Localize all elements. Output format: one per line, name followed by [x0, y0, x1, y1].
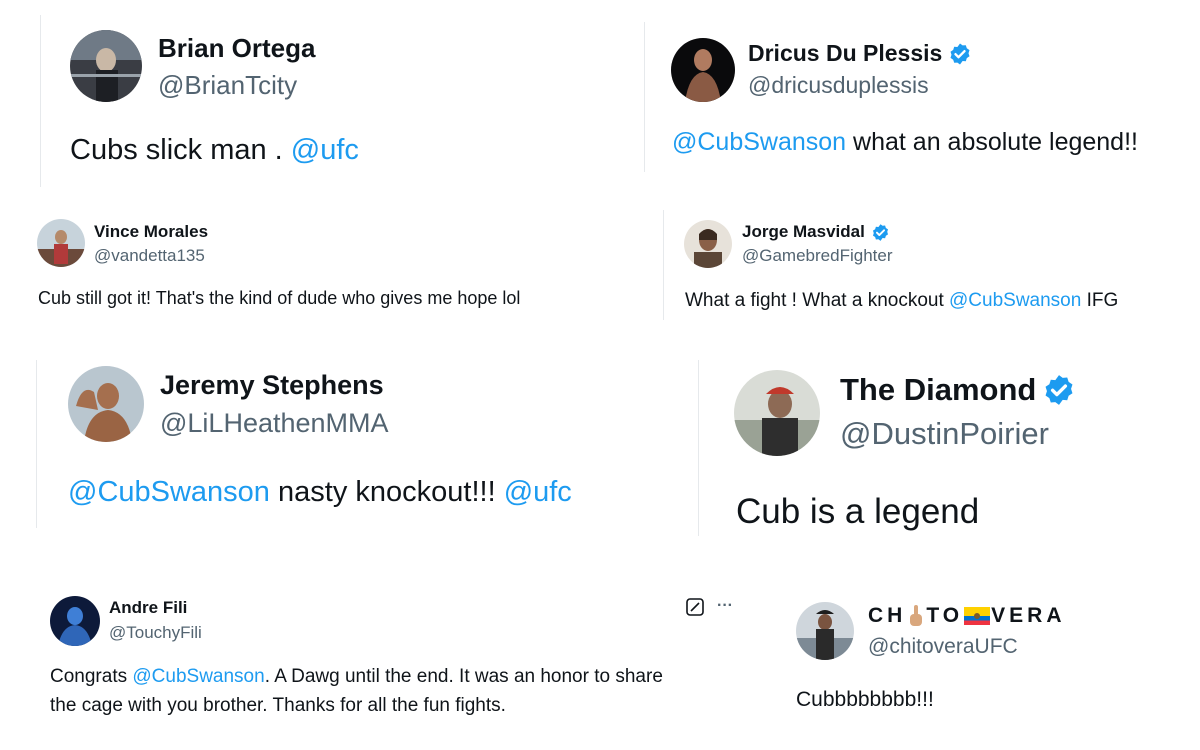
- display-name[interactable]: CH TO VERA: [868, 604, 1066, 628]
- display-name[interactable]: Brian Ortega: [158, 33, 316, 64]
- avatar[interactable]: [50, 596, 100, 646]
- tweet-text: Cub is a legend: [736, 492, 980, 531]
- display-name[interactable]: Andre Fili: [109, 598, 187, 618]
- ecuador-flag-emoji: [964, 607, 991, 625]
- tweet-text-line: the cage with you brother. Thanks for al…: [50, 695, 506, 716]
- tweet-text: Cub still got it! That's the kind of dud…: [38, 288, 521, 308]
- avatar[interactable]: [796, 602, 854, 660]
- mention-link[interactable]: @CubSwanson: [949, 290, 1081, 311]
- avatar[interactable]: [734, 370, 820, 456]
- display-name[interactable]: Jorge Masvidal: [742, 222, 890, 242]
- mention-link[interactable]: @CubSwanson: [132, 666, 264, 687]
- divider: [40, 15, 41, 187]
- tweet-text-segment: . A Dawg until the end. It was an honor …: [264, 666, 663, 687]
- tweet-text-segment: IFG: [1081, 290, 1119, 311]
- middle-finger-emoji: [908, 605, 924, 627]
- tweet-text-segment: what an absolute legend!!: [846, 128, 1138, 156]
- tweet-text-segment: What a fight ! What a knockout: [685, 290, 950, 311]
- grok-edit-icon[interactable]: [686, 598, 704, 616]
- divider: [36, 360, 37, 528]
- display-name[interactable]: The Diamond: [840, 372, 1076, 408]
- tweet-text: @CubSwanson nasty knockout!!! @ufc: [68, 476, 572, 509]
- avatar[interactable]: [37, 219, 85, 267]
- display-name[interactable]: Vince Morales: [94, 222, 208, 242]
- display-name-text: The Diamond: [840, 372, 1037, 407]
- handle[interactable]: @vandetta135: [94, 246, 205, 266]
- mention-link[interactable]: @ufc: [291, 134, 359, 166]
- handle[interactable]: @TouchyFili: [109, 623, 202, 643]
- avatar[interactable]: [70, 30, 142, 102]
- tweet-text-segment: Congrats: [50, 666, 133, 687]
- divider: [698, 360, 699, 536]
- verified-badge-icon: [871, 223, 890, 242]
- display-name[interactable]: Dricus Du Plessis: [748, 40, 972, 67]
- tweet-text: Congrats @CubSwanson. A Dawg until the e…: [50, 666, 663, 688]
- tweet-text: Cubs slick man . @ufc: [70, 134, 359, 167]
- tweet-text-segment: nasty knockout!!!: [269, 476, 504, 508]
- verified-badge-icon: [948, 42, 972, 66]
- mention-link[interactable]: @ufc: [504, 476, 572, 508]
- handle[interactable]: @chitoveraUFC: [868, 635, 1018, 659]
- more-icon[interactable]: ···: [717, 597, 733, 615]
- avatar[interactable]: [671, 38, 735, 102]
- display-name-text: Dricus Du Plessis: [748, 40, 943, 66]
- avatar[interactable]: [684, 220, 732, 268]
- display-name-text: VERA: [991, 604, 1066, 627]
- display-name[interactable]: Jeremy Stephens: [160, 370, 384, 401]
- divider: [644, 22, 645, 172]
- handle[interactable]: @DustinPoirier: [840, 416, 1049, 452]
- display-name-text: TO: [926, 604, 964, 627]
- handle[interactable]: @dricusduplessis: [748, 72, 929, 99]
- handle[interactable]: @GamebredFighter: [742, 246, 893, 266]
- handle[interactable]: @LiLHeathenMMA: [160, 408, 389, 439]
- display-name-text: CH: [868, 604, 907, 627]
- verified-badge-icon: [1042, 373, 1076, 407]
- avatar[interactable]: [68, 366, 144, 442]
- mention-link[interactable]: @CubSwanson: [672, 128, 846, 156]
- tweet-text: @CubSwanson what an absolute legend!!: [672, 128, 1138, 157]
- tweet-text: What a fight ! What a knockout @CubSwans…: [685, 290, 1118, 312]
- divider: [663, 210, 664, 320]
- mention-link[interactable]: @CubSwanson: [68, 476, 270, 508]
- handle[interactable]: @BrianTcity: [158, 70, 297, 101]
- display-name-text: Jorge Masvidal: [742, 222, 865, 241]
- tweet-text-segment: Cubs slick man .: [70, 134, 291, 166]
- tweet-text: Cubbbbbbbb!!!: [796, 688, 934, 711]
